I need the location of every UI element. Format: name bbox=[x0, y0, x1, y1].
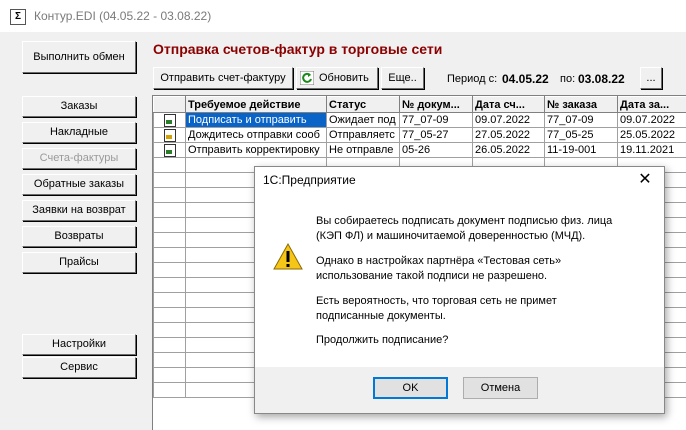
refresh-button[interactable]: Обновить bbox=[296, 67, 378, 89]
column-header-order-number[interactable]: № заказа bbox=[545, 97, 618, 113]
page-title: Отправка счетов-фактур в торговые сети bbox=[153, 41, 442, 57]
dialog-message-1: Вы собираетесь подписать документ подпис… bbox=[316, 214, 612, 244]
sidebar-item-invoices[interactable]: Счета-фактуры bbox=[22, 148, 136, 169]
status-cell[interactable]: Не отправле bbox=[327, 143, 400, 158]
order-date-cell[interactable]: 25.05.2022 bbox=[618, 128, 686, 143]
dialog-title-bar[interactable]: 1С:Предприятие ✕ bbox=[255, 167, 664, 193]
period-to-label: по: bbox=[560, 73, 575, 85]
doc-number-cell[interactable]: 77_07-09 bbox=[400, 113, 473, 128]
action-cell[interactable]: Дождитесь отправки сооб bbox=[186, 128, 327, 143]
service-button[interactable]: Сервис bbox=[22, 357, 136, 378]
dialog-message-2: Однако в настройках партнёра «Тестовая с… bbox=[316, 254, 561, 284]
status-cell[interactable]: Отправляетс bbox=[327, 128, 400, 143]
table-row[interactable]: Дождитесь отправки сооб Отправляетс 77_0… bbox=[154, 128, 686, 143]
exchange-button[interactable]: Выполнить обмен bbox=[22, 41, 136, 73]
row-icon-cell bbox=[154, 143, 186, 158]
order-date-cell[interactable]: 19.11.2021 bbox=[618, 143, 686, 158]
order-number-cell[interactable]: 77_07-09 bbox=[545, 113, 618, 128]
dialog-title: 1С:Предприятие bbox=[263, 173, 356, 187]
settings-button[interactable]: Настройки bbox=[22, 334, 136, 355]
row-icon-cell bbox=[154, 113, 186, 128]
period-select-button[interactable]: ... bbox=[640, 67, 662, 89]
window-title: Контур.EDI (04.05.22 - 03.08.22) bbox=[34, 9, 211, 23]
dialog-footer: OK Отмена bbox=[255, 367, 664, 413]
action-cell[interactable]: Отправить корректировку bbox=[186, 143, 327, 158]
table-row[interactable]: Подписать и отправить Ожидает под 77_07-… bbox=[154, 113, 686, 128]
column-header-action[interactable]: Требуемое действие bbox=[186, 97, 327, 113]
doc-number-cell[interactable]: 05-26 bbox=[400, 143, 473, 158]
close-icon[interactable]: ✕ bbox=[626, 167, 664, 193]
confirm-dialog: 1С:Предприятие ✕ Вы собираетесь подписат… bbox=[254, 166, 665, 414]
more-button[interactable]: Еще.. bbox=[381, 67, 424, 89]
doc-date-cell[interactable]: 09.07.2022 bbox=[473, 113, 545, 128]
doc-date-cell[interactable]: 27.05.2022 bbox=[473, 128, 545, 143]
action-cell[interactable]: Подписать и отправить bbox=[186, 113, 327, 128]
period-to-value[interactable]: 03.08.22 bbox=[578, 72, 625, 86]
dialog-question: Продолжить подписание? bbox=[316, 333, 448, 348]
doc-number-cell[interactable]: 77_05-27 bbox=[400, 128, 473, 143]
period-from-value[interactable]: 04.05.22 bbox=[502, 72, 549, 86]
dialog-message-3: Есть вероятность, что торговая сеть не п… bbox=[316, 294, 557, 324]
doc-date-cell[interactable]: 26.05.2022 bbox=[473, 143, 545, 158]
table-header: Требуемое действие Статус № докум... Дат… bbox=[154, 97, 686, 113]
sidebar-item-price-lists[interactable]: Прайсы bbox=[22, 252, 136, 273]
cancel-button[interactable]: Отмена bbox=[463, 377, 538, 399]
sidebar-item-orders[interactable]: Заказы bbox=[22, 96, 136, 117]
refresh-icon bbox=[300, 71, 314, 85]
column-header-doc-number[interactable]: № докум... bbox=[400, 97, 473, 113]
order-number-cell[interactable]: 77_05-25 bbox=[545, 128, 618, 143]
refresh-label: Обновить bbox=[319, 73, 369, 84]
row-icon-cell bbox=[154, 128, 186, 143]
document-yellow-icon bbox=[164, 129, 176, 142]
send-invoice-button[interactable]: Отправить счет-фактуру bbox=[153, 67, 293, 89]
column-header-order-date[interactable]: Дата за... bbox=[618, 97, 686, 113]
sidebar-item-waybills[interactable]: Накладные bbox=[22, 122, 136, 143]
title-bar: Σ Контур.EDI (04.05.22 - 03.08.22) bbox=[0, 0, 686, 32]
column-header-status[interactable]: Статус bbox=[327, 97, 400, 113]
order-number-cell[interactable]: 11-19-001 bbox=[545, 143, 618, 158]
sidebar-item-returns[interactable]: Возвраты bbox=[22, 226, 136, 247]
order-date-cell[interactable]: 09.07.2022 bbox=[618, 113, 686, 128]
sidebar-item-reverse-orders[interactable]: Обратные заказы bbox=[22, 174, 136, 195]
period-from-label: Период с: bbox=[447, 73, 497, 85]
status-cell[interactable]: Ожидает под bbox=[327, 113, 400, 128]
document-green-icon bbox=[164, 114, 176, 127]
column-header-doc-date[interactable]: Дата сч... bbox=[473, 97, 545, 113]
document-green-icon bbox=[164, 144, 176, 157]
sidebar-item-return-requests[interactable]: Заявки на возврат bbox=[22, 200, 136, 221]
column-header-icon[interactable] bbox=[154, 97, 186, 113]
ok-button[interactable]: OK bbox=[373, 377, 448, 399]
warning-icon bbox=[273, 243, 303, 270]
table-row[interactable]: Отправить корректировку Не отправле 05-2… bbox=[154, 143, 686, 158]
app-icon: Σ bbox=[10, 9, 26, 25]
